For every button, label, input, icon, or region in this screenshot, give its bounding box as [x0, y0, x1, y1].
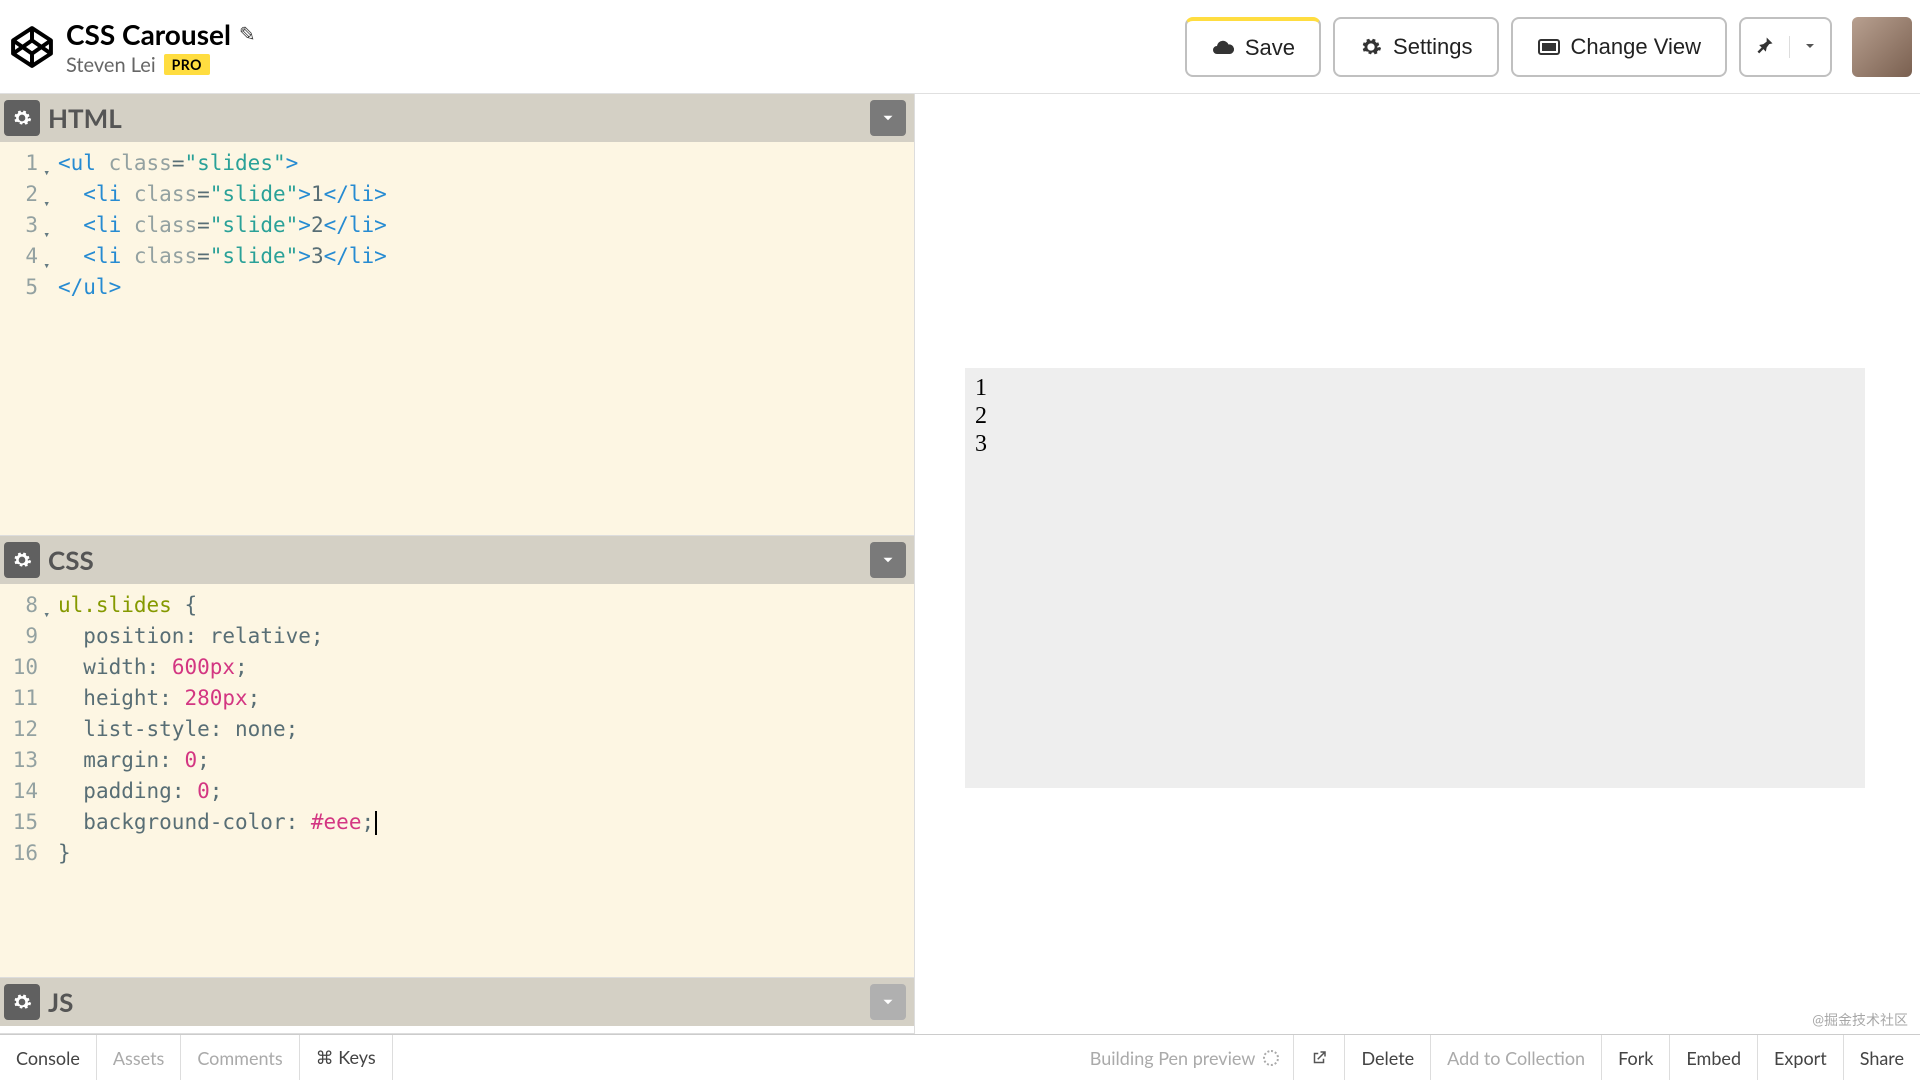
edit-title-icon[interactable]: ✎	[239, 22, 256, 46]
save-label: Save	[1245, 35, 1295, 61]
css-editor[interactable]: 8▾ul.slides {9 position: relative;10 wid…	[0, 584, 914, 977]
chevron-down-icon	[879, 993, 897, 1011]
js-panel-title: JS	[48, 986, 73, 1018]
code-line[interactable]: 10 width: 600px;	[0, 652, 914, 683]
chevron-down-icon	[1802, 38, 1818, 54]
preview-slide-item: 1	[975, 374, 1855, 402]
code-line[interactable]: 12 list-style: none;	[0, 714, 914, 745]
css-panel-collapse[interactable]	[870, 542, 906, 578]
assets-tab[interactable]: Assets	[97, 1035, 181, 1080]
title-block: CSS Carousel ✎ Steven Lei PRO	[66, 17, 256, 77]
watermark: @掘金技术社区	[1812, 1010, 1908, 1030]
header-bar: CSS Carousel ✎ Steven Lei PRO Save Setti…	[0, 0, 1920, 94]
save-button[interactable]: Save	[1185, 17, 1321, 77]
settings-button[interactable]: Settings	[1333, 17, 1499, 77]
user-avatar[interactable]	[1852, 17, 1912, 77]
html-panel-header: HTML	[0, 94, 914, 142]
pen-title[interactable]: CSS Carousel	[66, 17, 231, 51]
chevron-down-icon	[879, 109, 897, 127]
spinner-icon	[1263, 1050, 1279, 1066]
comments-tab[interactable]: Comments	[181, 1035, 299, 1080]
css-panel: CSS 8▾ul.slides {9 position: relative;10…	[0, 536, 914, 978]
gear-icon	[12, 108, 32, 128]
add-collection-button[interactable]: Add to Collection	[1430, 1035, 1601, 1080]
code-line[interactable]: 14 padding: 0;	[0, 776, 914, 807]
code-line[interactable]: 9 position: relative;	[0, 621, 914, 652]
js-panel-settings[interactable]	[4, 984, 40, 1020]
code-line[interactable]: 15 background-color: #eee;	[0, 807, 914, 838]
pin-dropdown[interactable]	[1789, 36, 1830, 58]
css-panel-settings[interactable]	[4, 542, 40, 578]
code-line[interactable]: 5</ul>	[0, 272, 914, 303]
code-line[interactable]: 13 margin: 0;	[0, 745, 914, 776]
pro-badge: PRO	[164, 54, 210, 75]
view-icon	[1537, 35, 1561, 59]
pin-icon	[1755, 35, 1775, 55]
author-name[interactable]: Steven Lei	[66, 53, 156, 77]
keys-tab[interactable]: ⌘ Keys	[300, 1035, 393, 1080]
js-panel: JS	[0, 978, 914, 1034]
change-view-label: Change View	[1571, 34, 1701, 60]
change-view-button[interactable]: Change View	[1511, 17, 1727, 77]
js-panel-collapse[interactable]	[870, 984, 906, 1020]
external-link-icon	[1310, 1049, 1328, 1067]
gear-icon	[12, 550, 32, 570]
code-line[interactable]: 8▾ul.slides {	[0, 590, 914, 621]
open-new-window[interactable]	[1293, 1035, 1344, 1080]
code-line[interactable]: 11 height: 280px;	[0, 683, 914, 714]
html-panel-settings[interactable]	[4, 100, 40, 136]
css-panel-title: CSS	[48, 544, 94, 576]
html-panel-collapse[interactable]	[870, 100, 906, 136]
code-line[interactable]: 3▾ <li class="slide">2</li>	[0, 210, 914, 241]
footer-bar: Console Assets Comments ⌘ Keys Building …	[0, 1034, 1920, 1080]
cloud-icon	[1211, 36, 1235, 60]
build-status-text: Building Pen preview	[1090, 1047, 1256, 1069]
js-panel-header: JS	[0, 978, 914, 1026]
codepen-logo[interactable]	[8, 23, 56, 71]
code-line[interactable]: 16}	[0, 838, 914, 869]
html-panel-title: HTML	[48, 102, 122, 134]
code-line[interactable]: 4▾ <li class="slide">3</li>	[0, 241, 914, 272]
preview-slide-item: 2	[975, 402, 1855, 430]
header-actions: Save Settings Change View	[1185, 17, 1912, 77]
css-panel-header: CSS	[0, 536, 914, 584]
gear-icon	[12, 992, 32, 1012]
pin-button[interactable]	[1741, 33, 1789, 60]
chevron-down-icon	[879, 551, 897, 569]
console-tab[interactable]: Console	[0, 1035, 97, 1080]
build-status: Building Pen preview	[1076, 1035, 1294, 1080]
html-editor[interactable]: 1▾<ul class="slides">2▾ <li class="slide…	[0, 142, 914, 535]
codepen-logo-icon	[10, 25, 54, 69]
pin-button-group	[1739, 17, 1832, 77]
editors-column: HTML 1▾<ul class="slides">2▾ <li class="…	[0, 94, 915, 1034]
fork-button[interactable]: Fork	[1601, 1035, 1669, 1080]
gear-icon	[1359, 35, 1383, 59]
main-area: HTML 1▾<ul class="slides">2▾ <li class="…	[0, 94, 1920, 1034]
embed-button[interactable]: Embed	[1669, 1035, 1757, 1080]
preview-slide-item: 3	[975, 430, 1855, 458]
delete-button[interactable]: Delete	[1344, 1035, 1430, 1080]
code-line[interactable]: 1▾<ul class="slides">	[0, 148, 914, 179]
export-button[interactable]: Export	[1757, 1035, 1843, 1080]
share-button[interactable]: Share	[1843, 1035, 1920, 1080]
html-panel: HTML 1▾<ul class="slides">2▾ <li class="…	[0, 94, 914, 536]
settings-label: Settings	[1393, 34, 1473, 60]
code-line[interactable]: 2▾ <li class="slide">1</li>	[0, 179, 914, 210]
preview-pane: 123	[915, 94, 1920, 1034]
preview-output: 123	[965, 368, 1865, 788]
